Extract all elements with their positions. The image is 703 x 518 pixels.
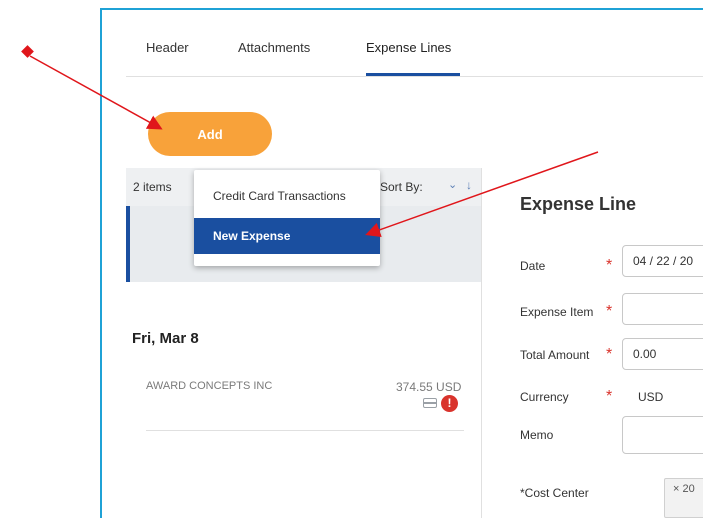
expense-amount[interactable]: 374.55 USD <box>396 380 461 394</box>
expense-merchant[interactable]: AWARD CONCEPTS INC <box>146 380 272 392</box>
cost-center-pill[interactable]: × 20 <box>664 478 703 518</box>
currency-value: USD <box>638 390 664 404</box>
add-button[interactable]: Add <box>148 112 272 156</box>
memo-label: Memo <box>520 428 554 442</box>
date-label: Date <box>520 259 546 273</box>
sort-direction-icon[interactable]: ↓ <box>466 178 472 192</box>
date-group-heading: Fri, Mar 8 <box>132 330 199 347</box>
add-dropdown-menu: Credit Card Transactions New Expense <box>194 170 380 266</box>
items-count: 2 items <box>133 180 172 194</box>
error-alert-icon[interactable]: ! <box>441 395 458 412</box>
required-asterisk: * <box>606 346 613 363</box>
total-amount-field[interactable]: 0.00 <box>622 338 703 370</box>
chevron-down-icon[interactable]: ⌄ <box>448 178 457 191</box>
currency-label: Currency <box>520 390 569 404</box>
tab-header[interactable]: Header <box>146 40 189 55</box>
required-asterisk: * <box>606 257 613 274</box>
menu-item-new-expense[interactable]: New Expense <box>194 218 380 254</box>
menu-item-credit-card-transactions[interactable]: Credit Card Transactions <box>194 178 380 214</box>
cost-center-label: *Cost Center <box>520 486 589 500</box>
annotation-marker <box>21 45 34 58</box>
tab-expense-lines[interactable]: Expense Lines <box>366 40 451 55</box>
active-tab-indicator <box>366 73 460 76</box>
required-asterisk: * <box>606 388 613 405</box>
total-amount-label: Total Amount <box>520 348 590 362</box>
detail-title: Expense Line <box>520 194 637 214</box>
required-asterisk: * <box>606 303 613 320</box>
expense-item-label: Expense Item <box>520 305 594 319</box>
tab-bar: Header Attachments Expense Lines <box>126 10 703 77</box>
app-window: Header Attachments Expense Lines Add 2 i… <box>100 8 703 518</box>
tab-attachments[interactable]: Attachments <box>238 40 310 55</box>
sort-by-label[interactable]: Sort By: <box>380 180 423 194</box>
memo-field[interactable] <box>622 416 703 454</box>
credit-card-icon <box>423 398 437 408</box>
date-field[interactable]: 04 / 22 / 20 <box>622 245 703 277</box>
row-divider <box>146 430 464 431</box>
expense-item-field[interactable] <box>622 293 703 325</box>
